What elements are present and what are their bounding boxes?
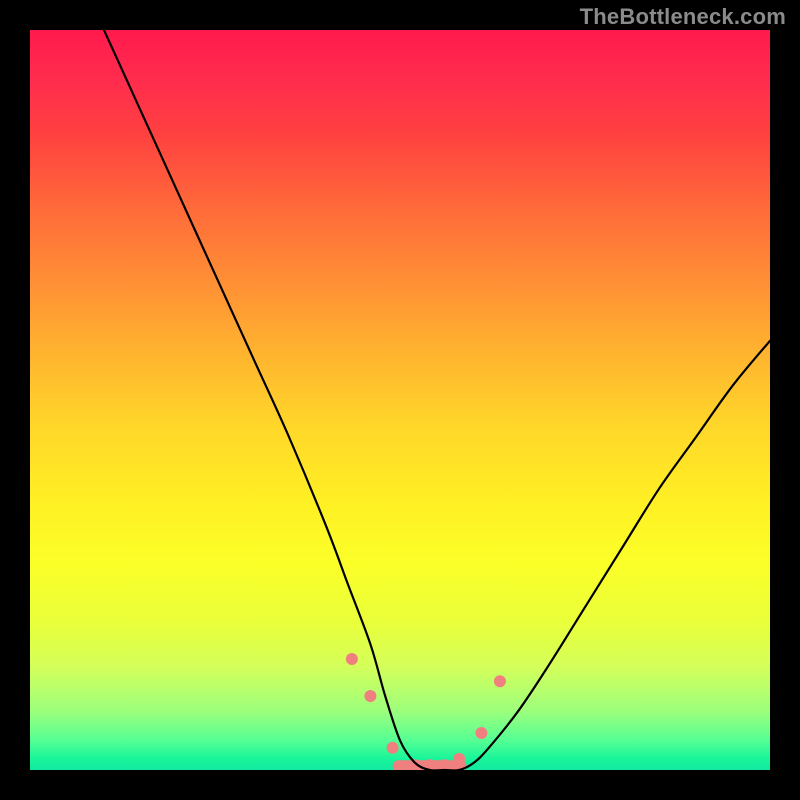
marker-dot	[364, 690, 376, 702]
chart-svg	[30, 30, 770, 770]
marker-dot	[387, 742, 399, 754]
plot-area	[30, 30, 770, 770]
marker-group	[346, 653, 506, 770]
bottleneck-curve	[104, 30, 770, 770]
marker-dot	[494, 675, 506, 687]
chart-frame: TheBottleneck.com	[0, 0, 800, 800]
marker-dot	[346, 653, 358, 665]
marker-dot	[453, 753, 465, 765]
marker-dot	[475, 727, 487, 739]
attribution-text: TheBottleneck.com	[580, 4, 786, 30]
